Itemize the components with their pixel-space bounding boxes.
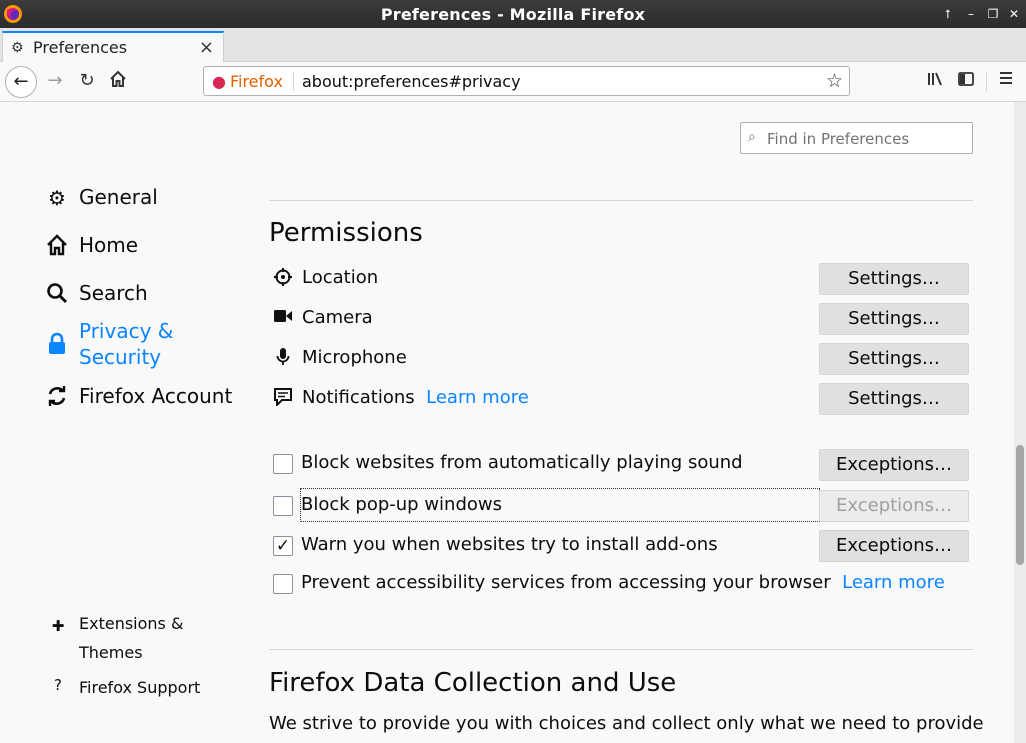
firefox-icon: ● xyxy=(212,72,226,91)
search-icon xyxy=(44,282,70,309)
url-text[interactable]: about:preferences#privacy xyxy=(302,72,521,91)
puzzle-icon: ✚ xyxy=(51,617,65,635)
notifications-label: Notifications xyxy=(302,387,415,408)
button-label: Settings… xyxy=(848,348,940,369)
permissions-heading: Permissions xyxy=(269,218,423,248)
gear-icon: ⚙ xyxy=(11,40,24,56)
home-icon xyxy=(44,234,70,261)
title-bar: Preferences - Mozilla Firefox ⭡ – ❐ ✕ xyxy=(0,0,1026,28)
button-label: Exceptions… xyxy=(836,495,952,516)
checkbox-label: Block pop-up windows xyxy=(301,494,502,515)
addons-exceptions-button[interactable]: Exceptions… xyxy=(819,530,969,562)
location-icon xyxy=(272,268,294,291)
menu-button[interactable] xyxy=(995,70,1017,91)
permission-label: Microphone xyxy=(302,347,407,368)
navigation-toolbar: ← → ↻ ● Firefox about:preferences#privacy… xyxy=(0,62,1026,102)
button-label: Settings… xyxy=(848,268,940,289)
data-collection-intro: We strive to provide you with choices an… xyxy=(269,713,984,734)
category-label: Privacy & Security xyxy=(79,319,174,369)
section-divider xyxy=(269,200,973,201)
home-icon xyxy=(110,70,126,87)
bookmark-star-icon[interactable]: ☆ xyxy=(826,70,843,92)
reload-button[interactable]: ↻ xyxy=(76,70,98,91)
window-close-button[interactable]: ✕ xyxy=(1005,6,1023,22)
location-settings-button[interactable]: Settings… xyxy=(819,263,969,295)
identity-box[interactable]: ● Firefox xyxy=(212,72,283,91)
scrollbar-thumb[interactable] xyxy=(1016,445,1024,565)
footer-link-label: Firefox Support xyxy=(79,678,201,697)
home-button[interactable] xyxy=(107,70,129,93)
toolbar-separator xyxy=(986,72,987,92)
search-icon: ⌕ xyxy=(748,129,756,145)
window-keep-above-button[interactable]: ⭡ xyxy=(939,6,957,22)
category-label: Search xyxy=(79,281,148,305)
block-popups-checkbox[interactable] xyxy=(273,496,293,516)
close-tab-icon[interactable]: × xyxy=(199,37,214,58)
back-button[interactable]: ← xyxy=(5,66,37,98)
footer-link-label: Extensions & Themes xyxy=(79,614,184,662)
sidebar-button[interactable] xyxy=(955,70,977,93)
button-label: Exceptions… xyxy=(836,535,952,556)
prevent-accessibility-label: Prevent accessibility services from acce… xyxy=(301,572,831,593)
help-icon: ? xyxy=(54,676,62,694)
tab-label: Preferences xyxy=(33,38,128,57)
tab-preferences[interactable]: ⚙ Preferences × xyxy=(2,31,224,62)
lock-icon xyxy=(44,332,70,361)
warn-addons-checkbox[interactable]: ✓ xyxy=(273,536,293,556)
data-collection-heading: Firefox Data Collection and Use xyxy=(269,668,677,698)
notifications-learn-more-link[interactable]: Learn more xyxy=(426,387,529,408)
microphone-settings-button[interactable]: Settings… xyxy=(819,343,969,375)
section-divider xyxy=(269,649,973,650)
category-label: General xyxy=(79,185,158,209)
button-label: Settings… xyxy=(848,308,940,329)
camera-settings-button[interactable]: Settings… xyxy=(819,303,969,335)
category-label: Home xyxy=(79,233,139,257)
search-input[interactable]: Find in Preferences xyxy=(767,130,909,148)
url-separator xyxy=(293,72,294,91)
url-bar[interactable]: ● Firefox about:preferences#privacy ☆ xyxy=(203,66,850,96)
permission-label: Camera xyxy=(302,307,373,328)
camera-icon xyxy=(272,308,294,328)
vertical-scrollbar[interactable] xyxy=(1014,102,1026,743)
gear-icon: ⚙ xyxy=(48,186,66,210)
sync-icon xyxy=(44,385,70,412)
block-autoplay-checkbox[interactable] xyxy=(273,454,293,474)
library-button[interactable] xyxy=(924,70,946,93)
button-label: Settings… xyxy=(848,388,940,409)
accessibility-learn-more-link[interactable]: Learn more xyxy=(842,572,945,593)
hamburger-icon xyxy=(1000,72,1012,84)
checkbox-label: Warn you when websites try to install ad… xyxy=(301,534,718,555)
window-title: Preferences - Mozilla Firefox xyxy=(380,5,646,24)
find-in-preferences[interactable]: ⌕ Find in Preferences xyxy=(740,122,973,154)
popup-exceptions-button[interactable]: Exceptions… xyxy=(819,490,969,522)
notifications-settings-button[interactable]: Settings… xyxy=(819,383,969,415)
preferences-content: ⌕ Find in Preferences ⚙ General Home Sea… xyxy=(0,102,1014,743)
autoplay-exceptions-button[interactable]: Exceptions… xyxy=(819,449,969,481)
tab-strip: ⚙ Preferences × + xyxy=(0,28,1026,84)
library-icon xyxy=(928,72,942,86)
microphone-icon xyxy=(272,348,294,371)
sidebar-icon xyxy=(958,72,974,86)
forward-button[interactable]: → xyxy=(44,70,66,91)
checkbox-label: Prevent accessibility services from acce… xyxy=(301,572,945,593)
category-label: Firefox Account xyxy=(79,384,233,408)
permission-label: Location xyxy=(302,267,379,288)
button-label: Exceptions… xyxy=(836,454,952,475)
identity-label: Firefox xyxy=(229,72,283,91)
permission-label: Notifications Learn more xyxy=(302,387,529,408)
checkbox-label: Block websites from automatically playin… xyxy=(301,452,743,473)
window-restore-button[interactable]: ❐ xyxy=(984,6,1002,22)
prevent-accessibility-checkbox[interactable] xyxy=(273,574,293,594)
notification-icon xyxy=(272,388,294,411)
window-minimize-button[interactable]: – xyxy=(962,6,980,22)
